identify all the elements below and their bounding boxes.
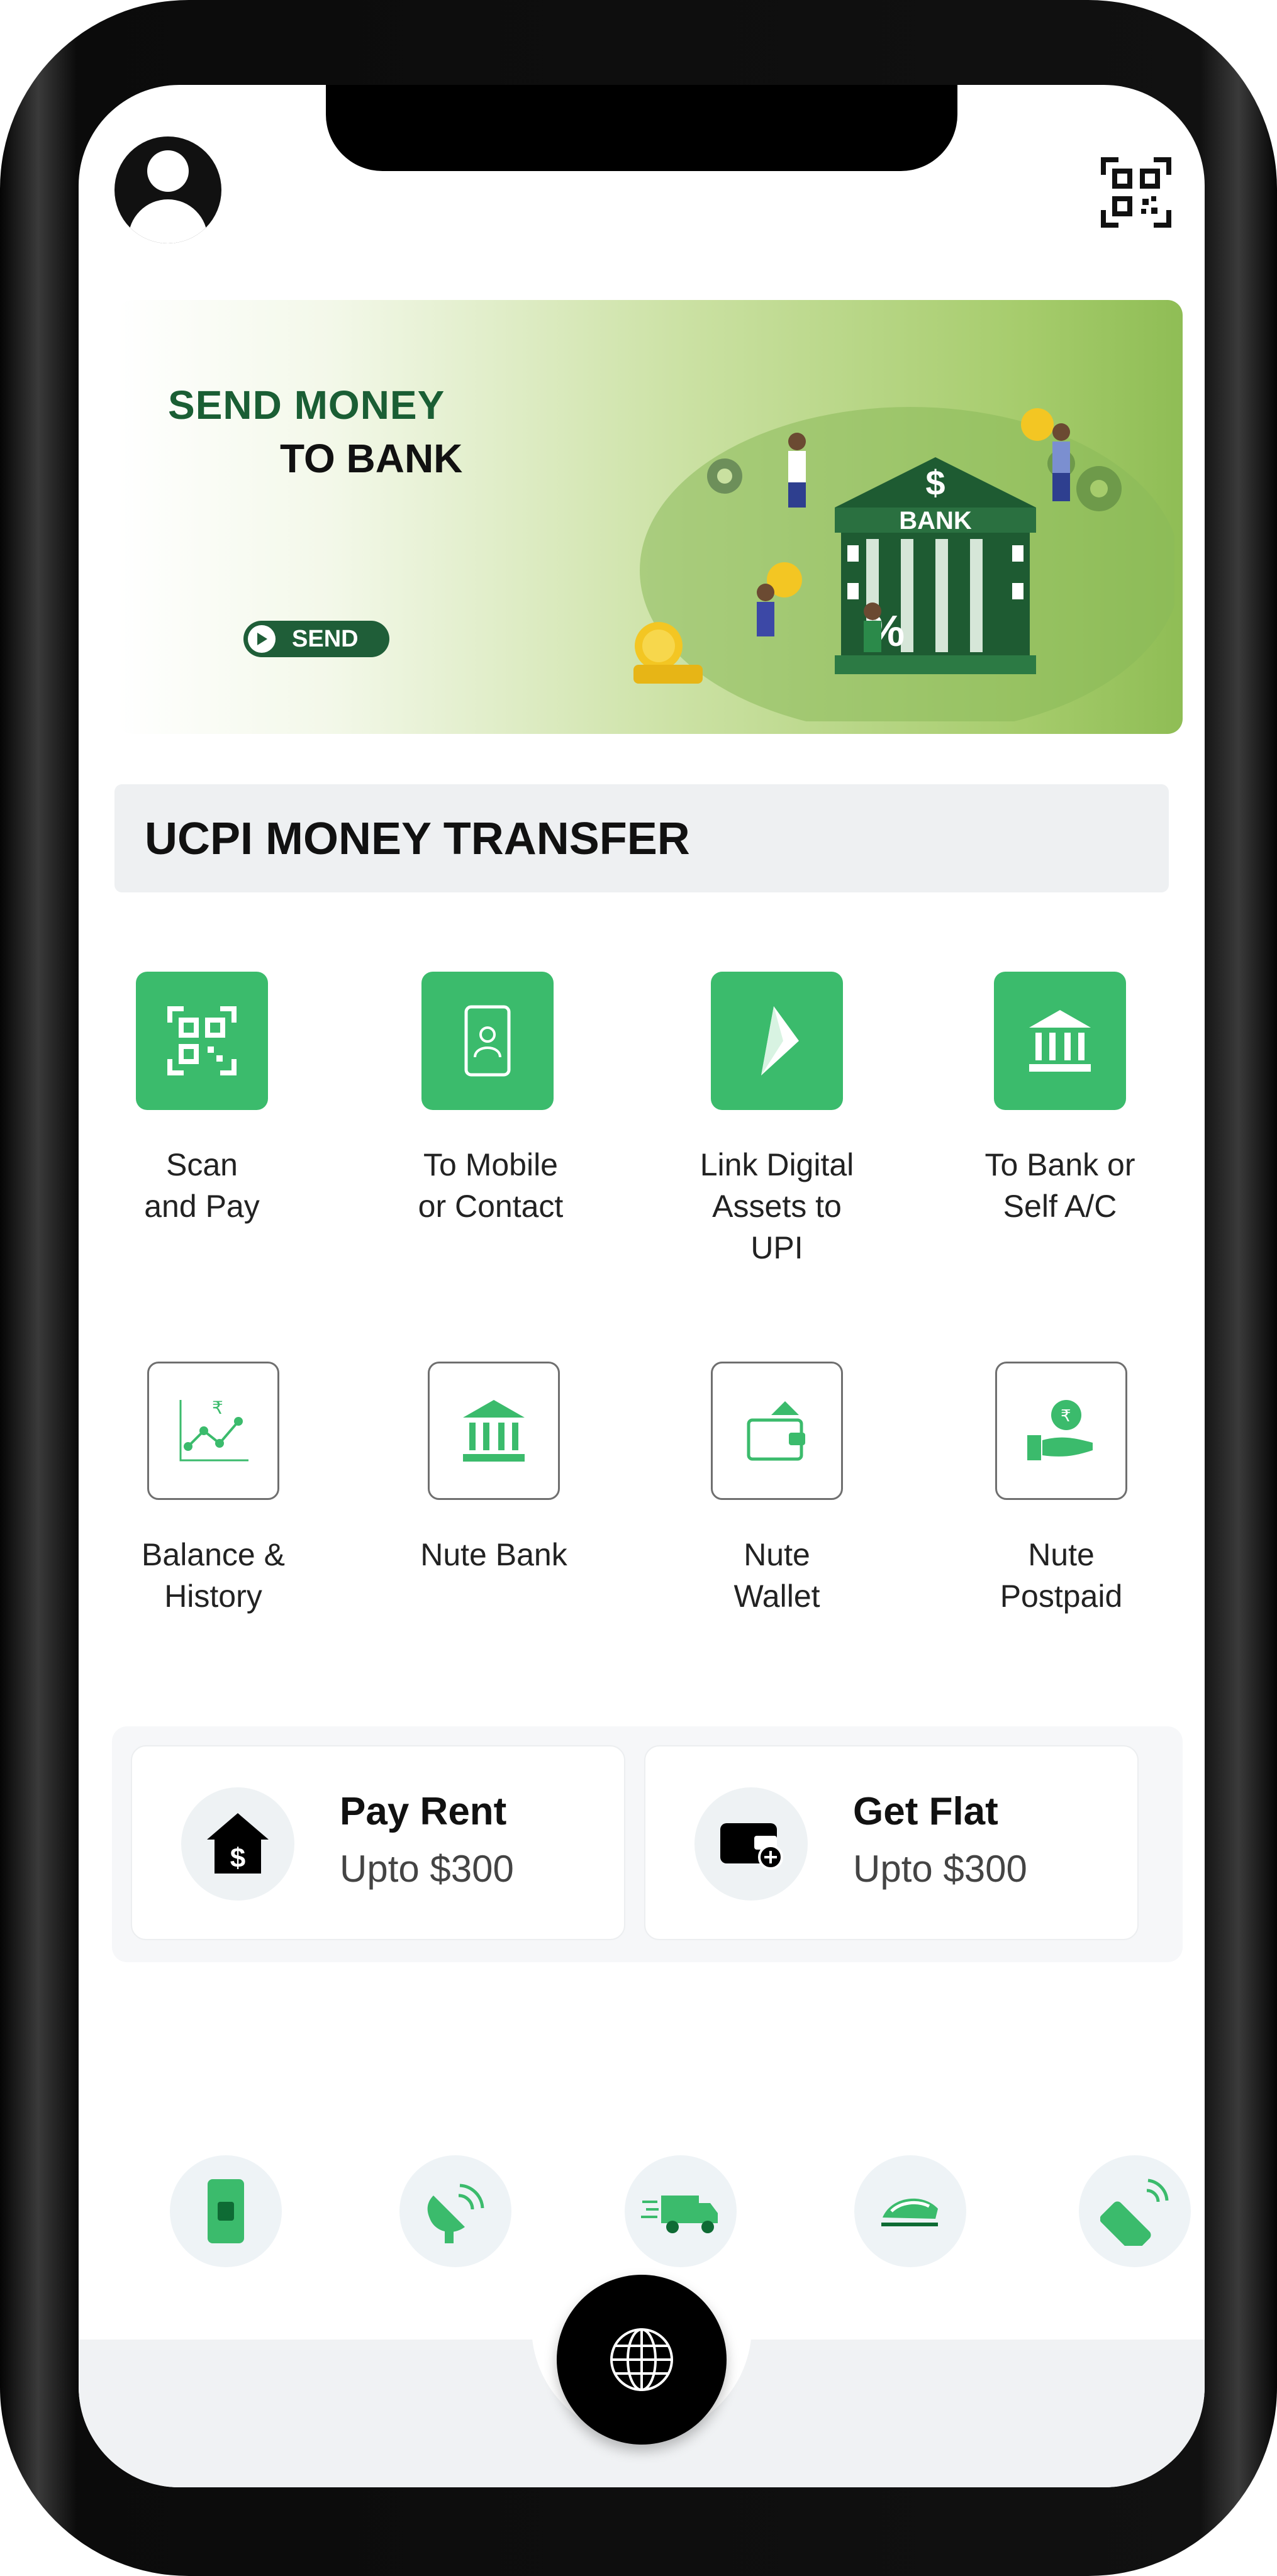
shortcut-train[interactable] [854, 2155, 966, 2267]
delivery-truck-icon [641, 2196, 718, 2233]
svg-text:₹: ₹ [1061, 1407, 1071, 1426]
banner-subtitle: TO BANK [280, 436, 463, 481]
service-nute-wallet[interactable]: Nute Wallet [651, 1362, 903, 1617]
svg-text:$: $ [230, 1843, 245, 1874]
service-label: To Bank or Self A/C [984, 1147, 1135, 1224]
wallet-plus-icon [720, 1823, 783, 1870]
globe-icon [610, 2328, 673, 2391]
promo-subtitle: Upto $300 [340, 1848, 514, 1890]
service-label: Nute Wallet [733, 1537, 820, 1614]
wallet-icon [747, 1401, 805, 1461]
globe-button[interactable] [557, 2275, 727, 2445]
qr-code-icon [167, 1006, 237, 1075]
section-header: UCPI MONEY TRANSFER [114, 784, 1169, 892]
house-dollar-icon: $ [207, 1813, 269, 1874]
service-link-digital-assets[interactable]: Link Digital Assets to UPI [651, 972, 903, 1269]
dth-antenna-icon [427, 2184, 484, 2243]
qr-scan-icon[interactable] [1101, 157, 1171, 228]
promo-subtitle: Upto $300 [853, 1848, 1027, 1890]
svg-text:BANK: BANK [899, 507, 972, 535]
promo-banner[interactable]: SEND MONEY TO BANK SEND $ BANK % [118, 300, 1183, 734]
train-icon [881, 2198, 938, 2226]
rupee-hand-icon: ₹ [1027, 1400, 1093, 1460]
app-screen: SEND MONEY TO BANK SEND $ BANK % UCPI MO… [79, 85, 1205, 2487]
send-button-label: SEND [292, 625, 359, 652]
service-to-bank-or-self[interactable]: To Bank or Self A/C [934, 972, 1186, 1227]
service-nute-bank[interactable]: Nute Bank [368, 1362, 620, 1575]
data-card-icon [1100, 2179, 1169, 2246]
service-label: Scan and Pay [144, 1147, 260, 1224]
mobile-recharge-icon [208, 2179, 244, 2243]
shortcut-dth[interactable] [399, 2155, 511, 2267]
phone-frame: SEND MONEY TO BANK SEND $ BANK % UCPI MO… [0, 0, 1277, 2576]
arrow-right-icon [248, 625, 276, 653]
chart-icon: ₹ [179, 1397, 248, 1462]
get-flat-card[interactable]: Get Flat Upto $300 [644, 1745, 1139, 1940]
service-label: Link Digital Assets to UPI [700, 1147, 854, 1265]
service-label: Nute Postpaid [1000, 1537, 1123, 1614]
promo-offers-panel: $ Pay Rent Upto $300 Get Flat Upto $300 [112, 1726, 1183, 1962]
promo-title: Pay Rent [340, 1790, 507, 1833]
shortcut-mobile-recharge[interactable] [170, 2155, 282, 2267]
profile-avatar[interactable] [114, 136, 221, 243]
profile-icon [147, 150, 189, 192]
bank-illustration-icon: $ BANK % [633, 407, 1174, 721]
mobile-contact-icon [464, 1005, 511, 1077]
bank-icon [1029, 1010, 1091, 1072]
section-title: UCPI MONEY TRANSFER [145, 814, 690, 864]
service-nute-postpaid[interactable]: ₹ Nute Postpaid [935, 1362, 1187, 1617]
svg-text:$: $ [925, 463, 945, 502]
service-scan-and-pay[interactable]: Scan and Pay [79, 972, 328, 1227]
send-button[interactable]: SEND [243, 621, 389, 657]
promo-title: Get Flat [853, 1790, 998, 1833]
banner-title: SEND MONEY [168, 382, 445, 428]
shortcut-data-card[interactable] [1079, 2155, 1191, 2267]
service-balance-history[interactable]: ₹ Balance & History [87, 1362, 339, 1617]
bank-icon [463, 1400, 525, 1462]
service-label: Nute Bank [420, 1537, 567, 1572]
shortcut-delivery[interactable] [625, 2155, 737, 2267]
service-to-mobile-or-contact[interactable]: To Mobile or Contact [362, 972, 613, 1227]
pay-rent-card[interactable]: $ Pay Rent Upto $300 [131, 1745, 625, 1940]
service-label: To Mobile or Contact [418, 1147, 564, 1224]
phone-notch [326, 85, 957, 171]
upi-icon [761, 1006, 799, 1075]
service-label: Balance & History [142, 1537, 285, 1614]
svg-text:₹: ₹ [212, 1397, 223, 1418]
